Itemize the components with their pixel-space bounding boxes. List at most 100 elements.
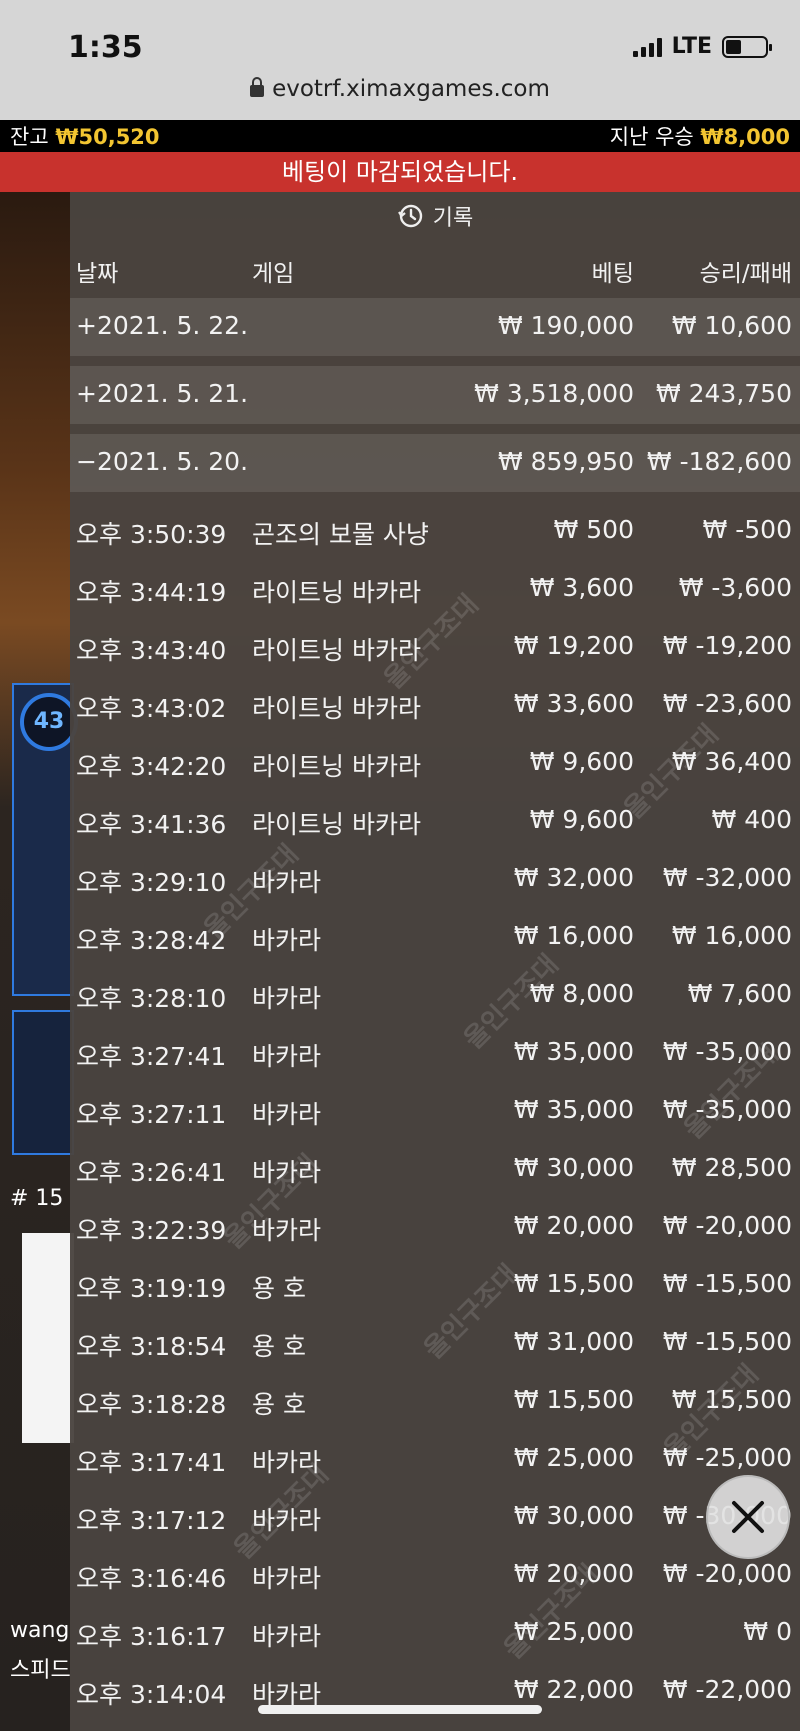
row-time: 오후 3:22:39: [76, 1216, 227, 1245]
row-result: ₩ 0: [743, 1617, 792, 1646]
day-bet: ₩ 3,518,000: [474, 379, 634, 408]
row-time: 오후 3:17:41: [76, 1448, 227, 1477]
history-row[interactable]: 오후 3:26:41 바카라 ₩ 30,000 ₩ 28,500: [70, 1140, 800, 1198]
status-time: 1:35: [68, 30, 143, 65]
day-result: ₩ 243,750: [655, 379, 792, 408]
row-game: 곤조의 보물 사냥: [252, 520, 429, 549]
row-result: ₩ -23,600: [662, 689, 792, 718]
row-time: 오후 3:41:36: [76, 810, 227, 839]
row-bet: ₩ 15,500: [513, 1269, 634, 1298]
row-result: ₩ -15,500: [662, 1327, 792, 1356]
history-row[interactable]: 오후 3:43:02 라이트닝 바카라 ₩ 33,600 ₩ -23,600: [70, 676, 800, 734]
row-result: ₩ -20,000: [662, 1559, 792, 1588]
row-game: 바카라: [252, 1506, 322, 1535]
row-result: ₩ -35,000: [662, 1037, 792, 1066]
row-game: 바카라: [252, 1042, 322, 1071]
history-row[interactable]: 오후 3:27:11 바카라 ₩ 35,000 ₩ -35,000: [70, 1082, 800, 1140]
row-time: 오후 3:16:17: [76, 1622, 227, 1651]
row-game: 용 호: [252, 1390, 306, 1419]
row-bet: ₩ 9,600: [529, 747, 634, 776]
row-time: 오후 3:28:42: [76, 926, 227, 955]
row-time: 오후 3:18:28: [76, 1390, 227, 1419]
row-game: 라이트닝 바카라: [252, 636, 421, 665]
history-row[interactable]: 오후 3:18:28 용 호 ₩ 15,500 ₩ 15,500: [70, 1372, 800, 1430]
row-game: 용 호: [252, 1274, 306, 1303]
row-bet: ₩ 25,000: [513, 1443, 634, 1472]
day-summary-list: +2021. 5. 22. ₩ 190,000 ₩ 10,600 +2021. 5. …: [70, 298, 800, 492]
row-bet: ₩ 15,500: [513, 1385, 634, 1414]
row-game: 바카라: [252, 1564, 322, 1593]
row-time: 오후 3:26:41: [76, 1158, 227, 1187]
last-win-label: 지난 우승: [609, 125, 694, 149]
bet-spot-panel-secondary[interactable]: [12, 1010, 74, 1155]
history-row[interactable]: 오후 3:18:54 용 호 ₩ 31,000 ₩ -15,500: [70, 1314, 800, 1372]
history-row[interactable]: 오후 3:41:36 라이트닝 바카라 ₩ 9,600 ₩ 400: [70, 792, 800, 850]
home-indicator[interactable]: [258, 1705, 542, 1714]
day-date: +2021. 5. 21.: [76, 379, 249, 408]
row-result: ₩ -3,600: [678, 573, 792, 602]
history-row[interactable]: 오후 3:28:42 바카라 ₩ 16,000 ₩ 16,000: [70, 908, 800, 966]
history-row[interactable]: 오후 3:17:41 바카라 ₩ 25,000 ₩ -25,000: [70, 1430, 800, 1488]
history-row[interactable]: 오후 3:16:17 바카라 ₩ 25,000 ₩ 0: [70, 1604, 800, 1662]
row-game: 바카라: [252, 1622, 322, 1651]
row-game: 바카라: [252, 1216, 322, 1245]
battery-icon: [722, 35, 772, 58]
column-game: 게임: [252, 261, 295, 287]
browser-chrome: 1:35 LTE evotrf.ximaxgames.com: [0, 0, 800, 120]
row-game: 바카라: [252, 1100, 322, 1129]
row-result: ₩ 400: [711, 805, 792, 834]
balance-bar: 잔고 ₩50,520 지난 우승 ₩8,000: [0, 120, 800, 152]
history-row[interactable]: 오후 3:43:40 라이트닝 바카라 ₩ 19,200 ₩ -19,200: [70, 618, 800, 676]
row-result: ₩ -19,200: [662, 631, 792, 660]
day-date: −2021. 5. 20.: [76, 447, 249, 476]
row-result: ₩ -35,000: [662, 1095, 792, 1124]
row-time: 오후 3:28:10: [76, 984, 227, 1013]
history-row[interactable]: 오후 3:16:46 바카라 ₩ 20,000 ₩ -20,000: [70, 1546, 800, 1604]
row-bet: ₩ 22,000: [513, 1675, 634, 1704]
row-bet: ₩ 35,000: [513, 1037, 634, 1066]
history-row[interactable]: 오후 3:22:39 바카라 ₩ 20,000 ₩ -20,000: [70, 1198, 800, 1256]
history-row[interactable]: 오후 3:28:10 바카라 ₩ 8,000 ₩ 7,600: [70, 966, 800, 1024]
row-time: 오후 3:17:12: [76, 1506, 227, 1535]
last-win-value: ₩8,000: [700, 125, 790, 149]
row-time: 오후 3:14:04: [76, 1680, 227, 1709]
row-bet: ₩ 35,000: [513, 1095, 634, 1124]
column-bet: 베팅: [591, 261, 634, 287]
history-row[interactable]: 오후 3:50:39 곤조의 보물 사냥 ₩ 500 ₩ -500: [70, 502, 800, 560]
lock-icon: [250, 77, 265, 97]
close-history-button[interactable]: [706, 1475, 790, 1559]
row-bet: ₩ 20,000: [513, 1211, 634, 1240]
day-date: +2021. 5. 22.: [76, 311, 249, 340]
history-row[interactable]: 오후 3:27:41 바카라 ₩ 35,000 ₩ -35,000: [70, 1024, 800, 1082]
row-game: 라이트닝 바카라: [252, 694, 421, 723]
day-summary-row[interactable]: +2021. 5. 21. ₩ 3,518,000 ₩ 243,750: [70, 366, 800, 424]
row-game: 용 호: [252, 1332, 306, 1361]
history-title-text: 기록: [432, 206, 474, 231]
history-column-headers: 날짜 게임 베팅 승리/패배: [70, 240, 800, 298]
betting-closed-banner: 베팅이 마감되었습니다.: [0, 152, 800, 192]
network-label: LTE: [671, 34, 712, 59]
signal-icon: [632, 37, 662, 57]
history-row[interactable]: 오후 3:44:19 라이트닝 바카라 ₩ 3,600 ₩ -3,600: [70, 560, 800, 618]
history-row[interactable]: 오후 3:17:12바카라₩ 30,000₩ -30,000: [70, 1488, 800, 1546]
history-row[interactable]: 오후 3:29:10 바카라 ₩ 32,000 ₩ -32,000: [70, 850, 800, 908]
history-panel: 기록 날짜 게임 베팅 승리/패배 +2021. 5. 22. ₩ 190,000…: [70, 192, 800, 1731]
row-time: 오후 3:44:19: [76, 578, 227, 607]
row-game: 바카라: [252, 868, 322, 897]
row-game: 라이트닝 바카라: [252, 810, 421, 839]
row-time: 오후 3:18:54: [76, 1332, 227, 1361]
row-time: 오후 3:16:46: [76, 1564, 227, 1593]
history-row[interactable]: 오후 3:19:19 용 호 ₩ 15,500 ₩ -15,500: [70, 1256, 800, 1314]
day-summary-row[interactable]: −2021. 5. 20. ₩ 859,950 ₩ -182,600: [70, 434, 800, 492]
url-bar[interactable]: evotrf.ximaxgames.com: [0, 76, 800, 102]
day-bet: ₩ 190,000: [497, 311, 634, 340]
roadmap-grid: [22, 1233, 74, 1443]
balance-label: 잔고: [10, 125, 49, 149]
row-result: ₩ -22,000: [662, 1675, 792, 1704]
history-list: 오후 3:50:39 곤조의 보물 사냥 ₩ 500 ₩ -500 오후 3:44:19…: [70, 502, 800, 1720]
balance: 잔고 ₩50,520: [10, 121, 160, 151]
history-row[interactable]: 오후 3:42:20 라이트닝 바카라 ₩ 9,600 ₩ 36,400: [70, 734, 800, 792]
day-result: ₩ -182,600: [646, 447, 792, 476]
row-time: 오후 3:19:19: [76, 1274, 227, 1303]
day-summary-row[interactable]: +2021. 5. 22. ₩ 190,000 ₩ 10,600: [70, 298, 800, 356]
